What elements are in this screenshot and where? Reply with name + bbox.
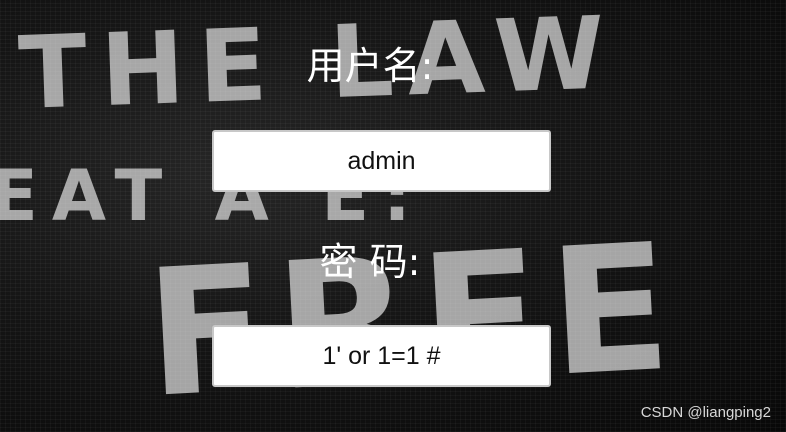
login-form: 用户名: 密 码: xyxy=(0,0,786,432)
username-label: 用户名: xyxy=(306,44,434,88)
csdn-watermark: CSDN @liangping2 xyxy=(640,404,771,421)
password-label: 密 码: xyxy=(319,240,421,284)
username-input[interactable] xyxy=(212,130,551,192)
password-input[interactable] xyxy=(212,325,551,387)
